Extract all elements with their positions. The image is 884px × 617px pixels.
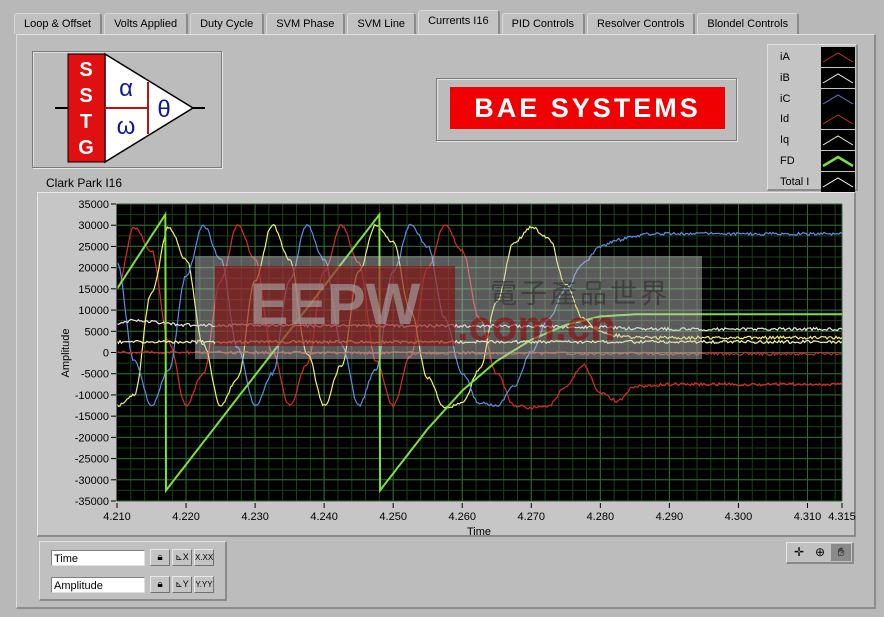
pan-tool-button[interactable]: ✋︎: [831, 544, 851, 561]
legend-label: FD: [780, 155, 795, 167]
logo-theta: θ: [157, 96, 170, 123]
sstg-logo-frame: S S T G α ω θ: [32, 51, 222, 168]
legend-swatch: [821, 47, 855, 67]
logo-alpha: α: [119, 75, 133, 102]
lock-icon: 🔒︎: [157, 579, 163, 590]
logo-letter-s2: S: [79, 85, 92, 107]
x-lock-button[interactable]: 🔒︎: [150, 549, 170, 566]
y-autoscale-button[interactable]: ⊾Y: [172, 576, 192, 593]
legend-item-id[interactable]: Id: [768, 109, 857, 130]
tab-blondel-controls[interactable]: Blondel Controls: [697, 13, 800, 34]
legend-label: iA: [780, 51, 790, 63]
zoom-tool-button[interactable]: ⊕: [810, 544, 830, 561]
legend-item-ia[interactable]: iA: [768, 47, 857, 68]
legend-swatch: [821, 88, 855, 109]
bae-systems-logo: BAE SYSTEMS: [450, 87, 725, 129]
plot-legend: iA iB iC Id Iq FD Total I: [767, 44, 858, 193]
y-format-icon: Y.YY: [195, 580, 213, 589]
graph-palette: ✛ ⊕ ✋︎: [786, 542, 854, 564]
legend-item-total-i[interactable]: Total I: [768, 171, 857, 193]
legend-swatch: [821, 67, 855, 88]
legend-label: Iq: [780, 134, 790, 147]
legend-item-iq[interactable]: Iq: [768, 130, 857, 151]
legend-item-ib[interactable]: iB: [768, 67, 857, 89]
legend-item-ic[interactable]: iC: [768, 88, 857, 110]
y-scale-name-field[interactable]: Amplitude: [51, 577, 145, 593]
tab-currents-i16[interactable]: Currents I16: [418, 10, 500, 34]
autoscale-y-icon: ⊾Y: [175, 579, 189, 589]
lock-icon: 🔒︎: [157, 552, 163, 563]
legend-item-fd[interactable]: FD: [768, 151, 857, 172]
logo-letter-s1: S: [79, 59, 92, 81]
x-format-icon: X.XX: [195, 553, 214, 562]
y-lock-button[interactable]: 🔒︎: [150, 576, 170, 593]
legend-label: Id: [780, 113, 790, 126]
hand-icon: ✋︎: [837, 545, 845, 559]
tab-svm-phase[interactable]: SVM Phase: [266, 13, 346, 34]
tab-svm-line[interactable]: SVM Line: [347, 13, 417, 34]
logo-omega: ω: [117, 113, 136, 140]
logo-letter-t: T: [80, 111, 92, 133]
legend-swatch: [821, 171, 855, 192]
cursor-tool-button[interactable]: ✛: [789, 544, 809, 561]
y-format-button[interactable]: Y.YY: [194, 576, 214, 593]
zoom-icon: ⊕: [814, 545, 826, 559]
legend-label: Total I: [780, 175, 810, 188]
scale-legend: Time 🔒︎ ⊾X X.XX Amplitude 🔒︎ ⊾Y Y.YY: [39, 541, 227, 601]
crosshair-icon: ✛: [793, 545, 805, 559]
legend-swatch: [821, 130, 855, 151]
x-format-button[interactable]: X.XX: [194, 549, 214, 566]
legend-label: iB: [780, 71, 790, 84]
legend-swatch: [821, 151, 855, 171]
legend-swatch: [821, 109, 855, 130]
sstg-logo: S S T G α ω θ: [55, 52, 205, 164]
x-scale-name-field[interactable]: Time: [51, 550, 145, 566]
x-autoscale-button[interactable]: ⊾X: [172, 549, 192, 566]
tab-loop-offset[interactable]: Loop & Offset: [14, 13, 103, 34]
clark-park-label: Clark Park I16: [46, 176, 123, 190]
tab-bar: Loop & Offset Volts Applied Duty Cycle SVM …: [14, 10, 801, 34]
waveform-graph-frame: [37, 192, 856, 537]
legend-label: iC: [780, 92, 791, 105]
tab-resolver-controls[interactable]: Resolver Controls: [586, 13, 696, 34]
logo-letter-g: G: [78, 137, 94, 159]
tab-pid-controls[interactable]: PID Controls: [501, 13, 585, 34]
autoscale-x-icon: ⊾X: [175, 552, 189, 562]
tab-duty-cycle[interactable]: Duty Cycle: [190, 13, 265, 34]
tab-volts-applied[interactable]: Volts Applied: [104, 13, 189, 34]
